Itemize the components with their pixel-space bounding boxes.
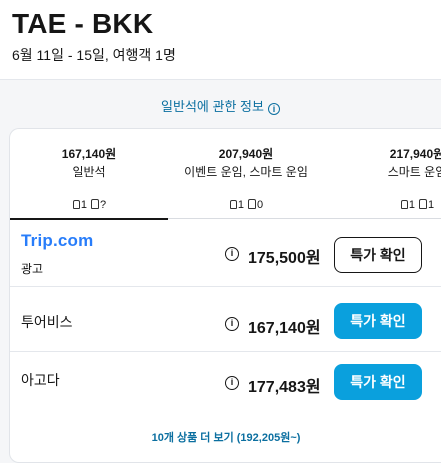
checked-bag-icon [419, 199, 428, 209]
fare-tabs: 167,140원 일반석 1 ? 207,940원 이벤트 운임, 스마트 운임… [10, 129, 441, 220]
cabin-info-link[interactable]: 일반석에 관한 정보 i [0, 96, 441, 115]
baggage-info: 1 ? [10, 199, 168, 211]
fare-tab-price: 217,940원 [389, 147, 441, 161]
offer-row: 아고다 i 177,483원 특가 확인 [10, 352, 441, 412]
price-info-icon[interactable]: i [225, 376, 239, 390]
carry-on-count: 1 [408, 199, 415, 211]
offer-price: 177,483원 [248, 379, 321, 396]
price-info-icon[interactable]: i [225, 247, 239, 261]
offer-price: 167,140원 [248, 320, 321, 337]
view-deal-button[interactable]: 특가 확인 [334, 303, 422, 339]
fare-tab-label: 이벤트 운임, 스마트 운임 [184, 165, 308, 179]
trip-header: TAE - BKK 6월 11일 - 15일, 여행객 1명 [0, 0, 441, 80]
fare-tab-label: 스마트 운임 [387, 165, 441, 179]
price-info-icon[interactable]: i [225, 317, 239, 331]
carry-on-count: 1 [80, 199, 87, 211]
trip-com-logo: Trip.com [21, 231, 94, 250]
fare-tab-smart[interactable]: 217,940원 스마트 운임 1 1 [362, 129, 441, 219]
offer-row: Trip.com 광고 i 175,500원 특가 확인 [10, 227, 441, 287]
offer-price: 175,500원 [248, 250, 321, 267]
carry-on-count: 1 [237, 199, 244, 211]
view-deal-button[interactable]: 특가 확인 [334, 237, 422, 273]
baggage-info: 1 1 [362, 199, 441, 211]
trip-details: 6월 11일 - 15일, 여행객 1명 [12, 47, 176, 63]
checked-bag-count: 0 [257, 199, 264, 211]
fare-tab-economy[interactable]: 167,140원 일반석 1 ? [10, 129, 168, 220]
fare-tab-event-smart[interactable]: 207,940원 이벤트 운임, 스마트 운임 1 0 [168, 129, 324, 219]
ad-label: 광고 [21, 262, 44, 276]
baggage-info: 1 0 [168, 199, 324, 211]
fare-tab-price: 207,940원 [218, 147, 274, 161]
carry-on-bag-icon [229, 200, 237, 209]
active-tab-indicator [10, 218, 168, 220]
checked-bag-count: 1 [428, 199, 435, 211]
cabin-info-label: 일반석에 관한 정보 [161, 99, 264, 114]
view-deal-button[interactable]: 특가 확인 [334, 364, 422, 400]
provider-name: 아고다 [21, 372, 60, 388]
show-more-link[interactable]: 10개 상품 더 보기 (192,205원~) [10, 429, 441, 445]
checked-bag-icon [248, 199, 257, 209]
fare-tab-label: 일반석 [72, 165, 106, 179]
checked-bag-icon [91, 199, 100, 209]
info-icon: i [267, 103, 280, 115]
provider-name: 투어비스 [21, 314, 73, 330]
carry-on-bag-icon [400, 200, 408, 209]
checked-bag-count: ? [100, 199, 107, 211]
offer-row: 투어비스 i 167,140원 특가 확인 [10, 292, 441, 352]
offers-card: 167,140원 일반석 1 ? 207,940원 이벤트 운임, 스마트 운임… [9, 128, 441, 463]
route-title: TAE - BKK [12, 8, 154, 39]
fare-tab-price: 167,140원 [61, 147, 117, 161]
carry-on-bag-icon [72, 200, 80, 209]
